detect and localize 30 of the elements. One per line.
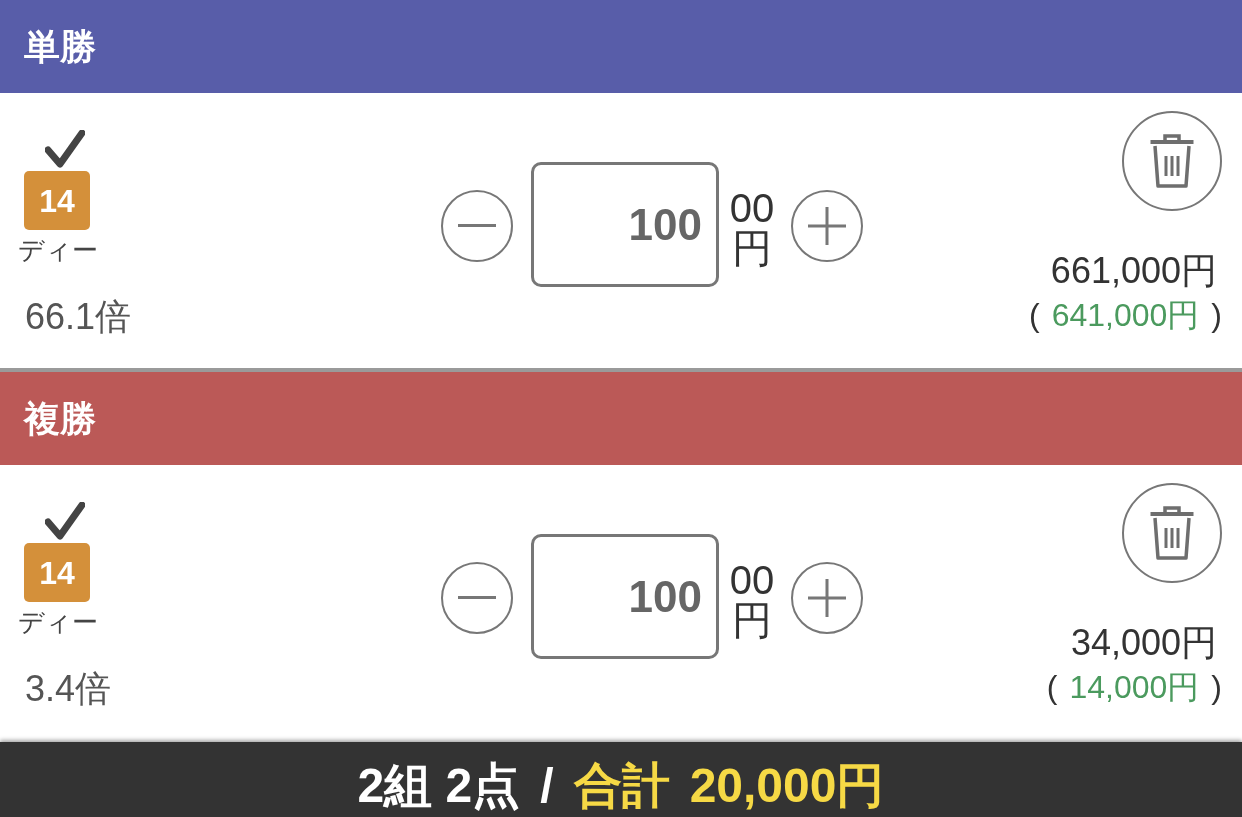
horse-name: ディー [18,234,98,266]
trash-icon [1149,134,1195,188]
paren-text: ( [1029,296,1040,335]
section-title: 単勝 [24,28,96,65]
count-text: 2組 2点 [357,758,521,814]
profit-text: 641,000円 [1051,296,1200,335]
number-badge: 14 [24,171,90,230]
paren-text: ) [1211,296,1222,335]
minus-icon [458,224,496,227]
unit-label: 00円 [728,559,776,640]
total-label: 合計 [573,758,670,814]
plus-icon [808,578,846,617]
paren-text: ) [1211,668,1222,707]
trash-icon [1149,506,1195,560]
number-badge: 14 [24,543,90,602]
separator-text: / [540,758,554,814]
payout-text: 661,000円 [1050,249,1217,293]
unit-label: 00円 [728,187,776,268]
section-title: 複勝 [24,400,96,437]
amount-input[interactable]: 100 [531,162,719,287]
horse-name: ディー [18,606,98,638]
profit-text: 14,000円 [1069,668,1200,707]
payout-text: 34,000円 [1070,621,1217,665]
total-amount: 20,000円 [689,758,885,814]
minus-icon [458,596,496,599]
plus-icon [808,206,846,245]
paren-text: ( [1046,668,1058,707]
odds-text: 3.4倍 [25,667,112,711]
odds-text: 66.1倍 [25,295,132,339]
amount-input[interactable]: 100 [531,534,719,659]
